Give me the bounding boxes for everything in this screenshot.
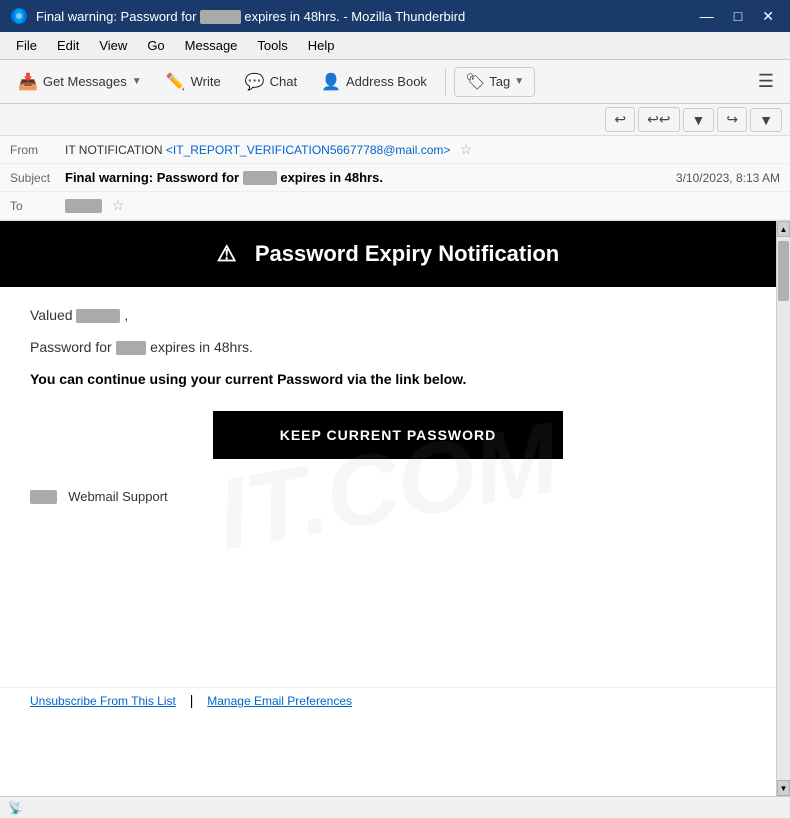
menu-file[interactable]: File [8,36,45,55]
scrollbar-thumb[interactable] [778,241,789,301]
get-messages-button[interactable]: 📥 Get Messages ▼ [8,67,152,97]
from-label: From [10,143,65,157]
signature-redacted [30,490,57,504]
menu-go[interactable]: Go [139,36,172,55]
para1-redacted [116,341,147,355]
chat-label: Chat [270,74,297,89]
tag-icon: 🏷 [465,72,485,92]
link-separator: | [190,692,194,708]
bottom-links: Unsubscribe From This List | Manage Emai… [0,687,776,712]
get-messages-icon: 📥 [18,72,38,92]
from-value: IT NOTIFICATION <IT_REPORT_VERIFICATION5… [65,141,780,158]
scroll-up-button[interactable]: ▲ [777,221,790,237]
subject-redacted [243,171,277,185]
to-star-icon[interactable]: ☆ [112,197,125,213]
get-messages-dropdown[interactable]: ▼ [132,76,142,87]
window-title: Final warning: Password for expires in 4… [36,9,465,24]
menu-bar: File Edit View Go Message Tools Help [0,32,790,60]
email-content: ⚠ Password Expiry Notification IT.COM Va… [0,221,776,712]
tag-label: Tag [489,74,510,89]
toolbar: 📥 Get Messages ▼ ✏️ Write 💬 Chat 👤 Addre… [0,60,790,104]
toolbar-separator [445,68,446,96]
banner-icon: ⚠ [217,241,237,266]
manage-prefs-link[interactable]: Manage Email Preferences [207,694,352,708]
menu-edit[interactable]: Edit [49,36,87,55]
message-header: ↩ ↩↩ ▼ ↪ ▼ From IT NOTIFICATION <IT_REPO… [0,104,790,221]
status-bar: 📡 [0,796,790,818]
email-banner: ⚠ Password Expiry Notification [0,221,776,287]
write-label: Write [191,74,221,89]
chat-button[interactable]: 💬 Chat [235,67,307,97]
address-book-icon: 👤 [321,72,341,92]
tag-button[interactable]: 🏷 Tag ▼ [454,67,535,97]
forward-button[interactable]: ↪ [717,107,747,132]
scroll-area: ⚠ Password Expiry Notification IT.COM Va… [0,221,790,796]
status-icon: 📡 [8,801,23,815]
from-email[interactable]: <IT_REPORT_VERIFICATION56677788@mail.com… [166,143,451,157]
scroll-down-button[interactable]: ▼ [777,780,790,796]
title-bar: Final warning: Password for expires in 4… [0,0,790,32]
close-button[interactable]: ✕ [756,6,780,27]
write-button[interactable]: ✏️ Write [156,67,231,97]
subject-row: Subject Final warning: Password for expi… [0,164,790,192]
subject-value: Final warning: Password for expires in 4… [65,170,383,185]
get-messages-label: Get Messages [43,74,127,89]
to-label: To [10,199,65,213]
hamburger-menu-button[interactable]: ☰ [750,67,782,96]
write-icon: ✏️ [166,72,186,92]
email-para1: Password for expires in 48hrs. [30,339,746,355]
from-star-icon[interactable]: ☆ [460,141,473,157]
to-redacted [65,199,102,213]
title-bar-controls: — □ ✕ [694,6,780,27]
more-button[interactable]: ▼ [750,108,782,132]
menu-view[interactable]: View [91,36,135,55]
message-date: 3/10/2023, 8:13 AM [676,171,780,185]
title-bar-left: Final warning: Password for expires in 4… [10,7,465,25]
title-redacted [200,10,241,24]
to-row: To ☆ [0,192,790,220]
chat-icon: 💬 [245,72,265,92]
maximize-button[interactable]: □ [728,6,748,27]
back-button[interactable]: ↩ [605,107,635,132]
from-name: IT NOTIFICATION [65,143,163,157]
reply-button[interactable]: ↩↩ [638,107,679,132]
banner-title: Password Expiry Notification [255,241,559,266]
email-signature: Webmail Support [30,489,746,504]
app-icon [10,7,28,25]
scrollbar[interactable]: ▲ ▼ [776,221,790,796]
subject-label: Subject [10,171,65,185]
unsubscribe-link[interactable]: Unsubscribe From This List [30,694,176,708]
greeting-redacted [76,309,120,323]
from-row: From IT NOTIFICATION <IT_REPORT_VERIFICA… [0,136,790,164]
minimize-button[interactable]: — [694,6,720,27]
to-value: ☆ [65,197,780,214]
tag-dropdown[interactable]: ▼ [514,76,524,87]
scrollbar-track[interactable] [777,237,790,780]
email-greeting: Valued , [30,307,746,323]
address-book-button[interactable]: 👤 Address Book [311,67,437,97]
menu-tools[interactable]: Tools [249,36,295,55]
menu-help[interactable]: Help [300,36,343,55]
menu-message[interactable]: Message [177,36,246,55]
keep-password-button[interactable]: KEEP CURRENT PASSWORD [213,411,563,459]
email-text-area: IT.COM Valued , Password for expires in … [0,287,776,687]
email-body: ⚠ Password Expiry Notification IT.COM Va… [0,221,776,796]
expand-button[interactable]: ▼ [683,108,715,132]
address-book-label: Address Book [346,74,427,89]
email-para2: You can continue using your current Pass… [30,371,746,387]
